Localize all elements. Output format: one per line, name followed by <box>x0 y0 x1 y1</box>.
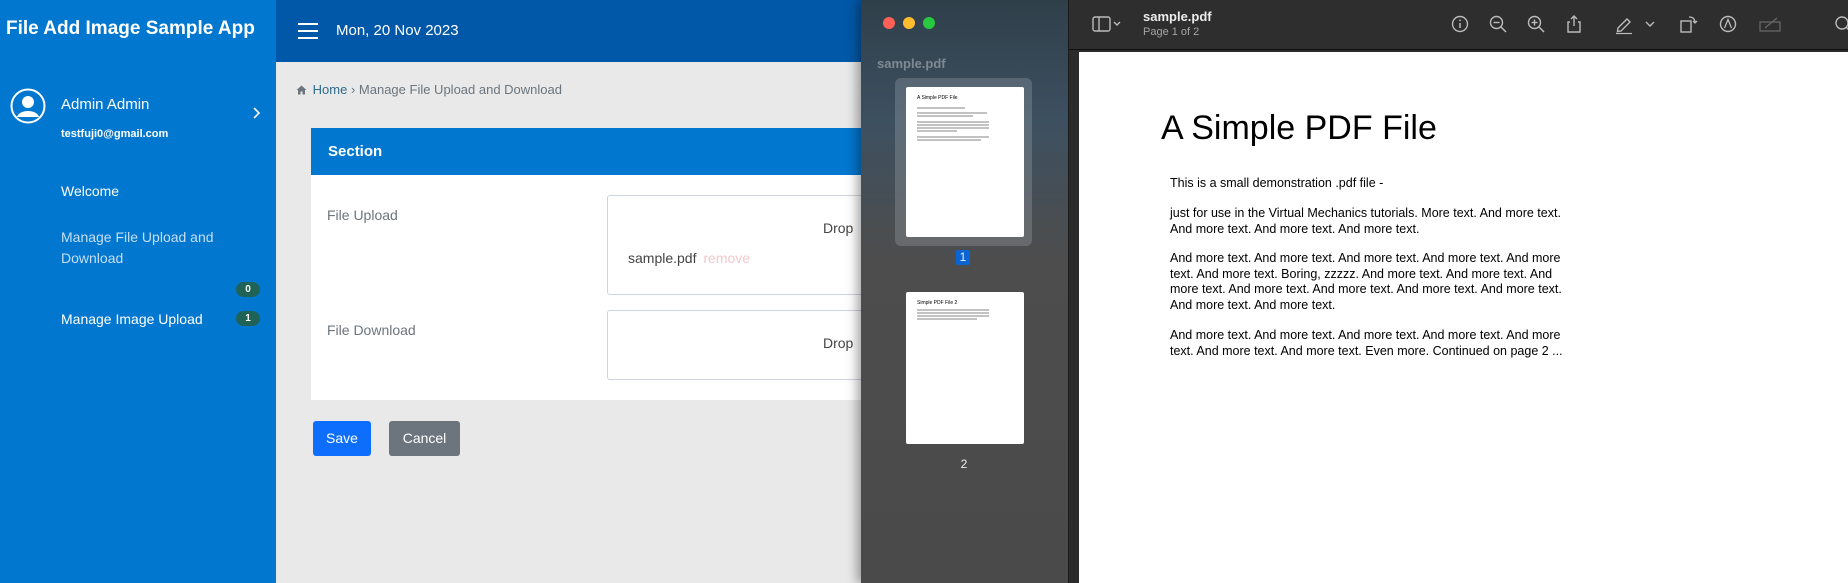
pdf-paragraph: just for use in the Virtual Mechanics tu… <box>1170 206 1561 236</box>
page-number-1: 1 <box>956 250 970 265</box>
sidebar-item-manage-image[interactable]: Manage Image Upload <box>61 309 251 330</box>
file-download-label: File Download <box>327 322 416 338</box>
hamburger-icon[interactable] <box>298 23 318 39</box>
remove-file-link[interactable]: remove <box>703 250 750 266</box>
section-card: Section File Upload Drop sample.pdf remo… <box>311 128 927 400</box>
file-upload-label: File Upload <box>327 207 398 223</box>
breadcrumb-current: Manage File Upload and Download <box>358 82 562 97</box>
sidebar-item-manage-file[interactable]: Manage File Upload and Download <box>61 227 251 269</box>
cancel-button[interactable]: Cancel <box>389 421 460 456</box>
zoom-in-icon[interactable] <box>1525 13 1547 35</box>
chevron-down-icon[interactable] <box>1643 13 1657 35</box>
preview-thumbnail-sidebar: sample.pdf A Simple PDF File 1 Simple PD… <box>861 0 1068 583</box>
pdf-paragraph: This is a small demonstration .pdf file … <box>1170 176 1384 190</box>
page-thumbnail-2[interactable]: Simple PDF File 2 <box>906 292 1024 444</box>
page-number-2: 2 <box>960 457 968 471</box>
header-date: Mon, 20 Nov 2023 <box>336 22 459 39</box>
home-icon <box>296 85 307 95</box>
user-email: testfuji0@gmail.com <box>61 128 169 140</box>
user-panel[interactable]: Admin Admin testfuji0@gmail.com <box>0 86 276 148</box>
rotate-icon[interactable] <box>1677 13 1699 35</box>
user-circle-icon <box>10 88 46 124</box>
zoom-out-icon[interactable] <box>1487 13 1509 35</box>
minimize-window-button[interactable] <box>903 17 915 29</box>
dropzone-text: Drop <box>823 220 854 236</box>
preview-toolbar: sample.pdf Page 1 of 2 <box>1069 0 1848 50</box>
thumbnail-title: A Simple PDF File <box>917 95 958 101</box>
count-badge: 1 <box>236 311 260 326</box>
page-thumbnail-1[interactable]: A Simple PDF File <box>906 87 1024 237</box>
dropzone-text: Drop <box>823 335 854 351</box>
pen-icon[interactable] <box>1613 13 1635 35</box>
app-title[interactable]: File Add Image Sample App <box>6 18 255 40</box>
document-filename: sample.pdf <box>1143 9 1212 24</box>
section-title: Section <box>328 143 383 160</box>
info-icon[interactable] <box>1449 13 1471 35</box>
sidebar-document-title: sample.pdf <box>877 56 946 71</box>
sidebar-toggle-icon[interactable] <box>1091 13 1123 35</box>
pdf-page: A Simple PDF File This is a small demons… <box>1079 52 1848 583</box>
pdf-paragraph: And more text. And more text. And more t… <box>1170 328 1563 358</box>
zoom-window-button[interactable] <box>923 17 935 29</box>
close-window-button[interactable] <box>883 17 895 29</box>
user-name: Admin Admin <box>61 96 150 113</box>
sidebar-item-welcome[interactable]: Welcome <box>61 181 251 202</box>
breadcrumb-home-link[interactable]: Home <box>313 82 348 97</box>
preview-main: sample.pdf Page 1 of 2 A Simple PDF File… <box>1068 0 1848 583</box>
save-button[interactable]: Save <box>313 421 371 456</box>
markup-icon[interactable] <box>1717 13 1739 35</box>
uploaded-file-name: sample.pdf <box>628 250 697 266</box>
pdf-title: A Simple PDF File <box>1161 109 1437 147</box>
section-header: Section <box>311 128 911 175</box>
thumbnail-title: Simple PDF File 2 <box>917 300 958 306</box>
breadcrumb-separator: › <box>350 82 356 97</box>
share-icon[interactable] <box>1563 13 1585 35</box>
signature-icon[interactable] <box>1757 13 1785 35</box>
breadcrumb: Home › Manage File Upload and Download <box>296 82 562 97</box>
search-icon[interactable] <box>1831 13 1848 35</box>
uploaded-file-item: sample.pdf remove <box>628 250 750 266</box>
count-badge: 0 <box>236 282 260 297</box>
chevron-right-icon[interactable] <box>252 106 262 120</box>
pdf-paragraph: And more text. And more text. And more t… <box>1170 251 1562 312</box>
page-info: Page 1 of 2 <box>1143 26 1200 38</box>
sidebar: File Add Image Sample App Admin Admin te… <box>0 0 276 583</box>
